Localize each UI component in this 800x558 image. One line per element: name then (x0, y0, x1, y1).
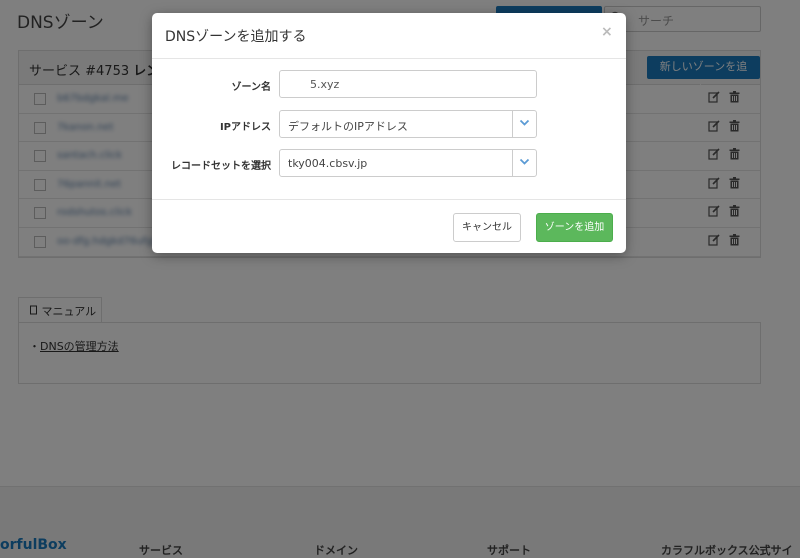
zone-name-input[interactable] (279, 70, 537, 98)
zone-name-row: ゾーン名 (152, 70, 626, 98)
cancel-button[interactable]: キャンセル (453, 213, 521, 242)
modal-header: DNSゾーンを追加する × (152, 13, 626, 59)
add-dns-zone-modal: DNSゾーンを追加する × ゾーン名 IPアドレス デフォルトのIPアドレス レ… (152, 13, 626, 253)
recordset-dropdown-button[interactable] (512, 150, 536, 176)
chevron-down-icon (519, 158, 530, 165)
recordset-label: レコードセットを選択 (171, 161, 271, 172)
ip-address-dropdown-button[interactable] (512, 111, 536, 137)
ip-address-value: デフォルトのIPアドレス (288, 120, 408, 133)
ip-address-label: IPアドレス (219, 122, 271, 133)
ip-address-row: IPアドレス デフォルトのIPアドレス (152, 110, 626, 138)
recordset-select[interactable]: tky004.cbsv.jp (279, 149, 537, 177)
add-zone-submit-button[interactable]: ゾーンを追加 (536, 213, 613, 242)
chevron-down-icon (519, 119, 530, 126)
modal-footer: キャンセル ゾーンを追加 (152, 199, 626, 253)
recordset-value: tky004.cbsv.jp (288, 157, 368, 170)
zone-name-label: ゾーン名 (231, 82, 272, 93)
ip-address-select[interactable]: デフォルトのIPアドレス (279, 110, 537, 138)
recordset-row: レコードセットを選択 tky004.cbsv.jp (152, 149, 626, 177)
close-icon[interactable]: × (601, 24, 613, 40)
modal-title: DNSゾーンを追加する (165, 29, 307, 45)
